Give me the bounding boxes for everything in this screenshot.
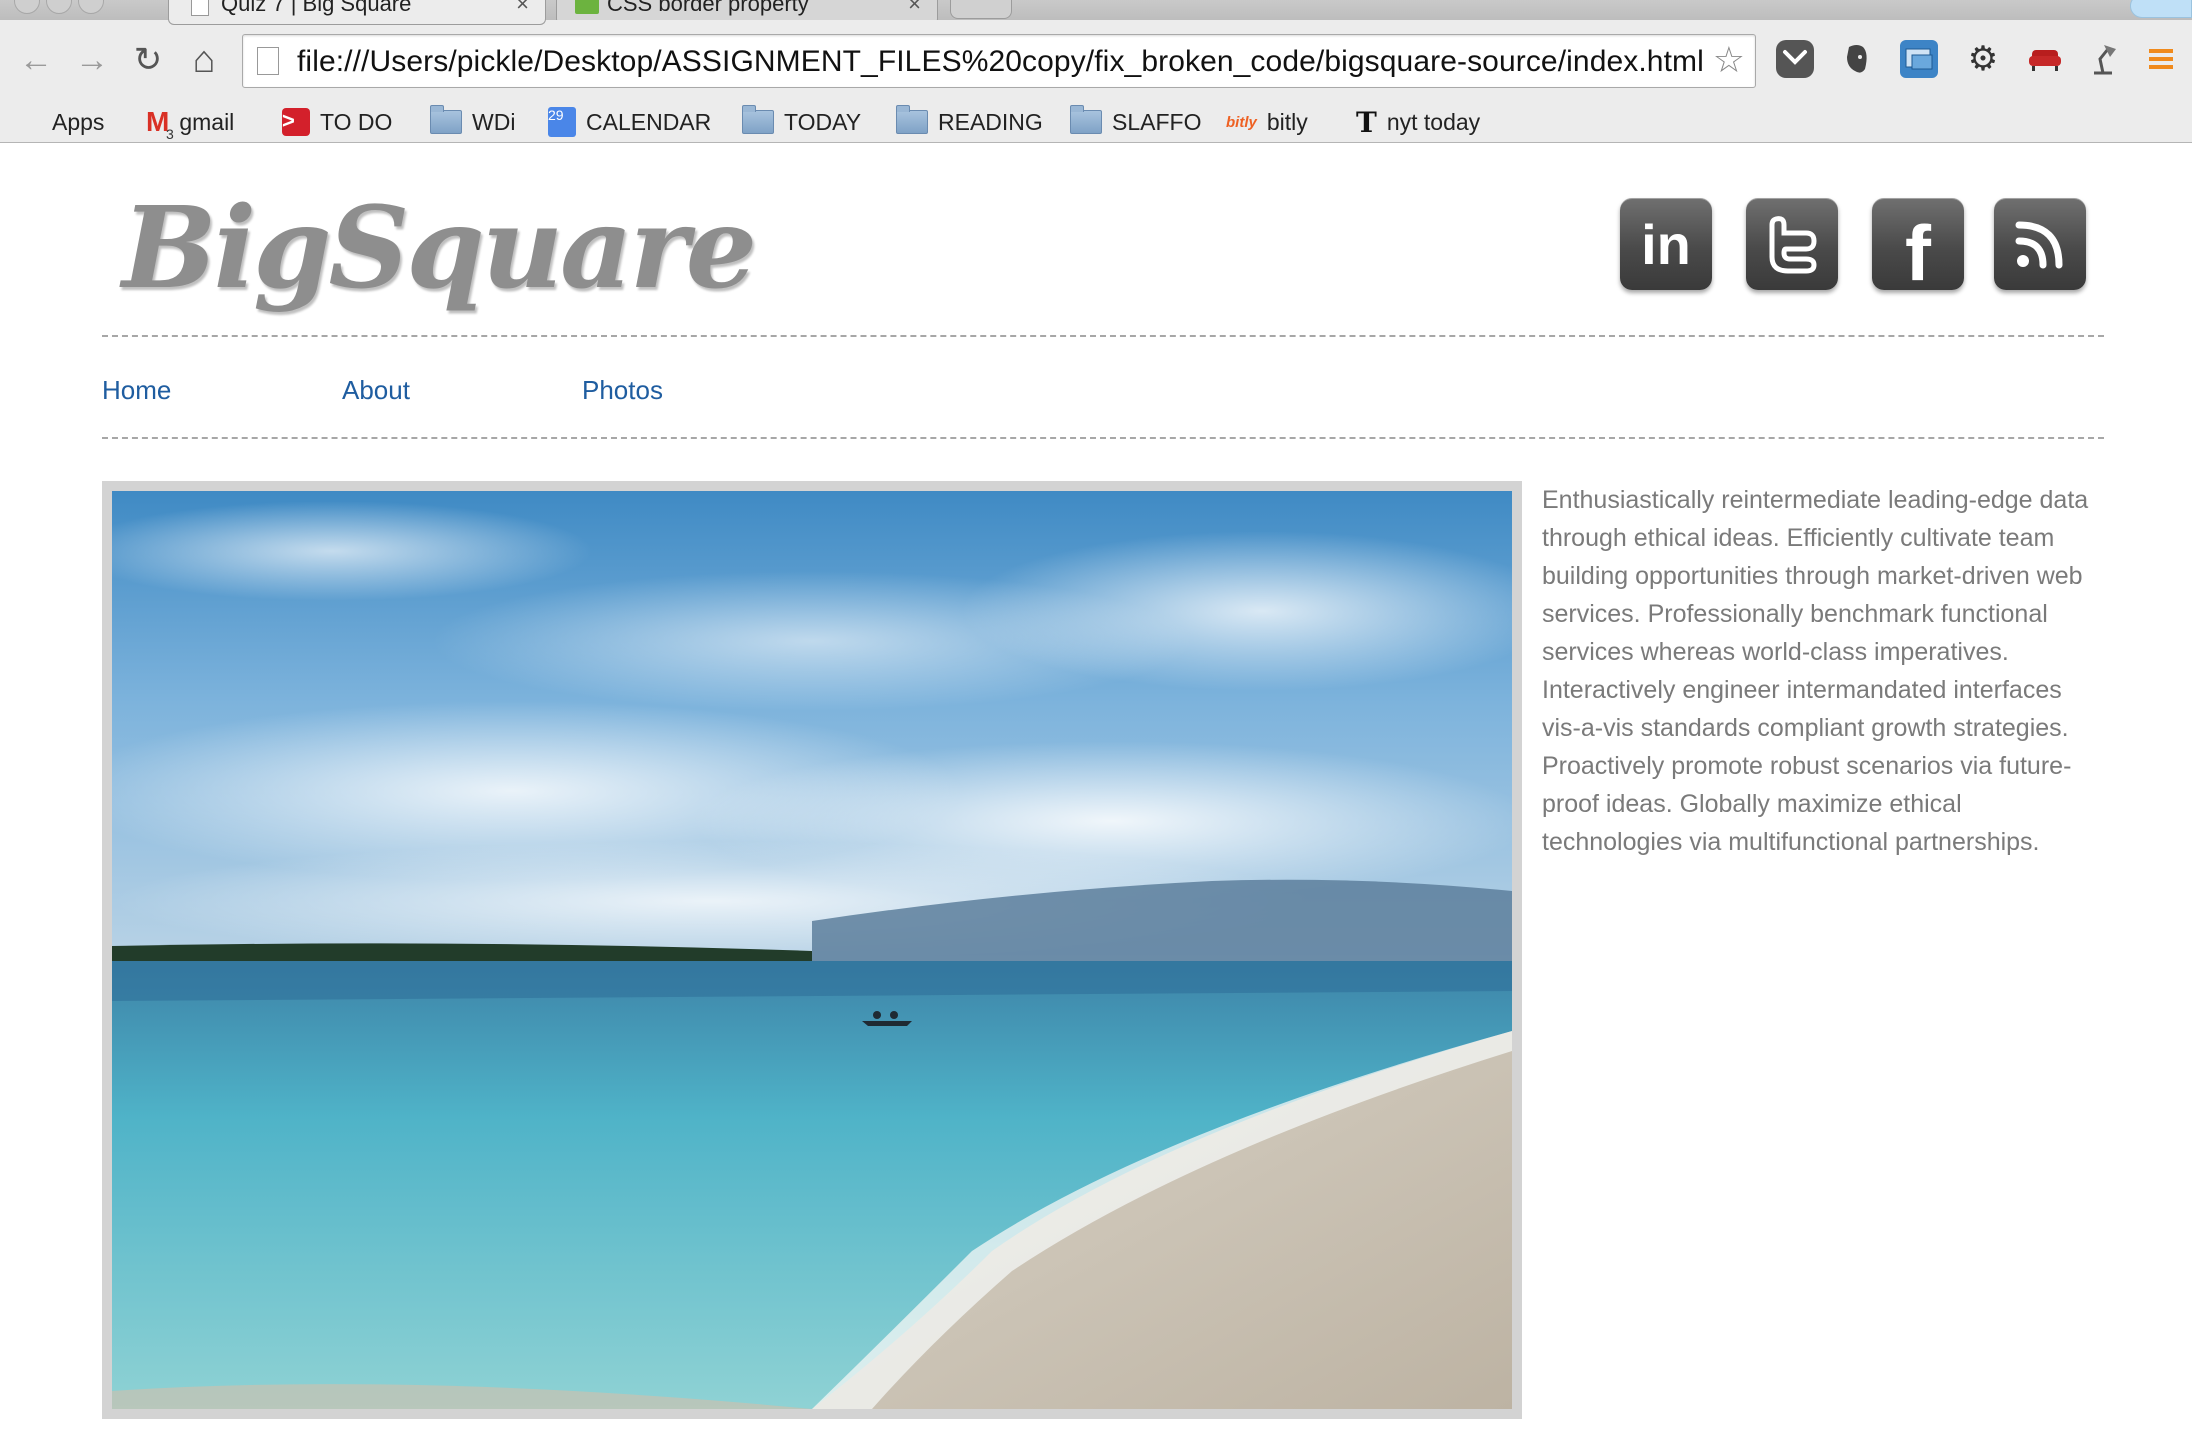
profile-cloud-icon[interactable] xyxy=(2130,0,2192,18)
bookmark-apps[interactable]: Apps xyxy=(18,102,104,142)
page-icon xyxy=(257,47,279,75)
header-divider xyxy=(102,335,2104,337)
calendar-icon: 29 xyxy=(548,107,576,137)
bookmark-wdi[interactable]: WDi xyxy=(430,102,515,142)
home-button[interactable]: ⌂ xyxy=(184,39,224,81)
apps-grid-icon xyxy=(18,110,42,134)
twitter-bird-icon xyxy=(1769,216,1817,274)
bookmark-bitly[interactable]: bitly bitly xyxy=(1226,102,1308,142)
facebook-icon[interactable]: f xyxy=(1872,198,1964,297)
settings-gear-icon[interactable]: ⚙ xyxy=(1964,40,2002,78)
bookmark-label: bitly xyxy=(1266,108,1308,135)
url-text[interactable]: file:///Users/pickle/Desktop/ASSIGNMENT_… xyxy=(297,45,1704,79)
linkedin-glyph: in xyxy=(1641,212,1691,276)
gmail-icon: M3 xyxy=(146,108,174,143)
nav-home-link[interactable]: Home xyxy=(102,375,171,406)
bookmark-label: TO DO xyxy=(320,108,393,135)
page-icon xyxy=(191,0,209,16)
forward-button[interactable]: → xyxy=(72,40,112,80)
couch-icon[interactable] xyxy=(2026,40,2064,78)
folder-icon xyxy=(430,105,462,134)
bookmark-label: SLAFFO xyxy=(1112,108,1202,135)
rss-icon[interactable] xyxy=(1994,198,2086,290)
linkedin-icon[interactable]: in xyxy=(1620,198,1712,290)
site-favicon-icon xyxy=(575,0,599,14)
window-zoom-button[interactable] xyxy=(78,0,104,14)
tab-strip: Quiz 7 | Big Square × CSS border propert… xyxy=(0,0,2192,25)
window-minimize-button[interactable] xyxy=(46,0,72,14)
screenshot-icon[interactable] xyxy=(1900,40,1938,78)
folder-icon xyxy=(896,105,928,134)
bookmark-label: READING xyxy=(938,108,1043,135)
bookmark-label: gmail xyxy=(179,108,235,135)
folder-icon xyxy=(742,105,774,134)
window-close-button[interactable] xyxy=(14,0,40,14)
bookmark-label: CALENDAR xyxy=(586,108,712,135)
bookmark-label: Apps xyxy=(52,108,105,135)
tab-close-icon[interactable]: × xyxy=(908,0,921,15)
bookmark-label: TODAY xyxy=(784,108,862,135)
bookmarks-bar: Apps M3 gmail > TO DO WDi 29 CALENDAR TO… xyxy=(0,102,2192,143)
intro-paragraph: Enthusiastically reintermediate leading-… xyxy=(1542,486,2089,856)
todo-chevron-icon: > xyxy=(282,108,310,136)
reload-button[interactable]: ↻ xyxy=(128,40,168,80)
rss-waves-icon xyxy=(2015,221,2063,269)
bitly-icon: bitly xyxy=(1226,113,1257,131)
bookmark-reading[interactable]: READING xyxy=(896,102,1043,142)
nav-about-link[interactable]: About xyxy=(342,375,410,406)
bookmark-nyt-today[interactable]: T nyt today xyxy=(1356,102,1480,142)
bookmark-label: WDi xyxy=(472,108,516,135)
tab-close-icon[interactable]: × xyxy=(516,0,529,15)
pocket-icon[interactable] xyxy=(1776,40,1814,78)
bookmark-todo[interactable]: > TO DO xyxy=(282,102,392,142)
tab-quiz-7[interactable]: Quiz 7 | Big Square × xyxy=(168,0,546,25)
bookmark-label: nyt today xyxy=(1386,108,1481,135)
nav-divider xyxy=(102,437,2104,439)
nav-photos-link[interactable]: Photos xyxy=(582,375,663,406)
lamp-icon[interactable] xyxy=(2084,40,2122,78)
featured-photo-frame xyxy=(102,481,1522,1419)
nyt-icon: T xyxy=(1356,105,1377,139)
bookmark-gmail[interactable]: M3 gmail xyxy=(146,102,235,143)
tab-title: Quiz 7 | Big Square xyxy=(221,0,412,16)
beach-photo xyxy=(112,491,1512,1409)
twitter-icon[interactable] xyxy=(1746,198,1838,290)
bookmark-today[interactable]: TODAY xyxy=(742,102,861,142)
bookmark-calendar[interactable]: 29 CALENDAR xyxy=(548,102,711,142)
menu-icon[interactable] xyxy=(2142,40,2180,78)
new-tab-button[interactable] xyxy=(950,0,1012,19)
folder-icon xyxy=(1070,105,1102,134)
site-logo[interactable]: BigSquare xyxy=(122,183,757,314)
back-button[interactable]: ← xyxy=(16,40,56,80)
address-bar[interactable]: file:///Users/pickle/Desktop/ASSIGNMENT_… xyxy=(242,34,1756,88)
browser-toolbar: ← → ↻ ⌂ file:///Users/pickle/Desktop/ASS… xyxy=(0,20,2192,102)
evernote-icon[interactable] xyxy=(1838,40,1876,78)
web-page: BigSquare in f Home About Photos Enthusi… xyxy=(0,143,2192,1454)
bookmark-slaffo[interactable]: SLAFFO xyxy=(1070,102,1201,142)
bookmark-star-icon[interactable]: ☆ xyxy=(1713,39,1745,81)
tab-title: CSS border property xyxy=(607,0,809,16)
facebook-glyph: f xyxy=(1905,208,1931,297)
